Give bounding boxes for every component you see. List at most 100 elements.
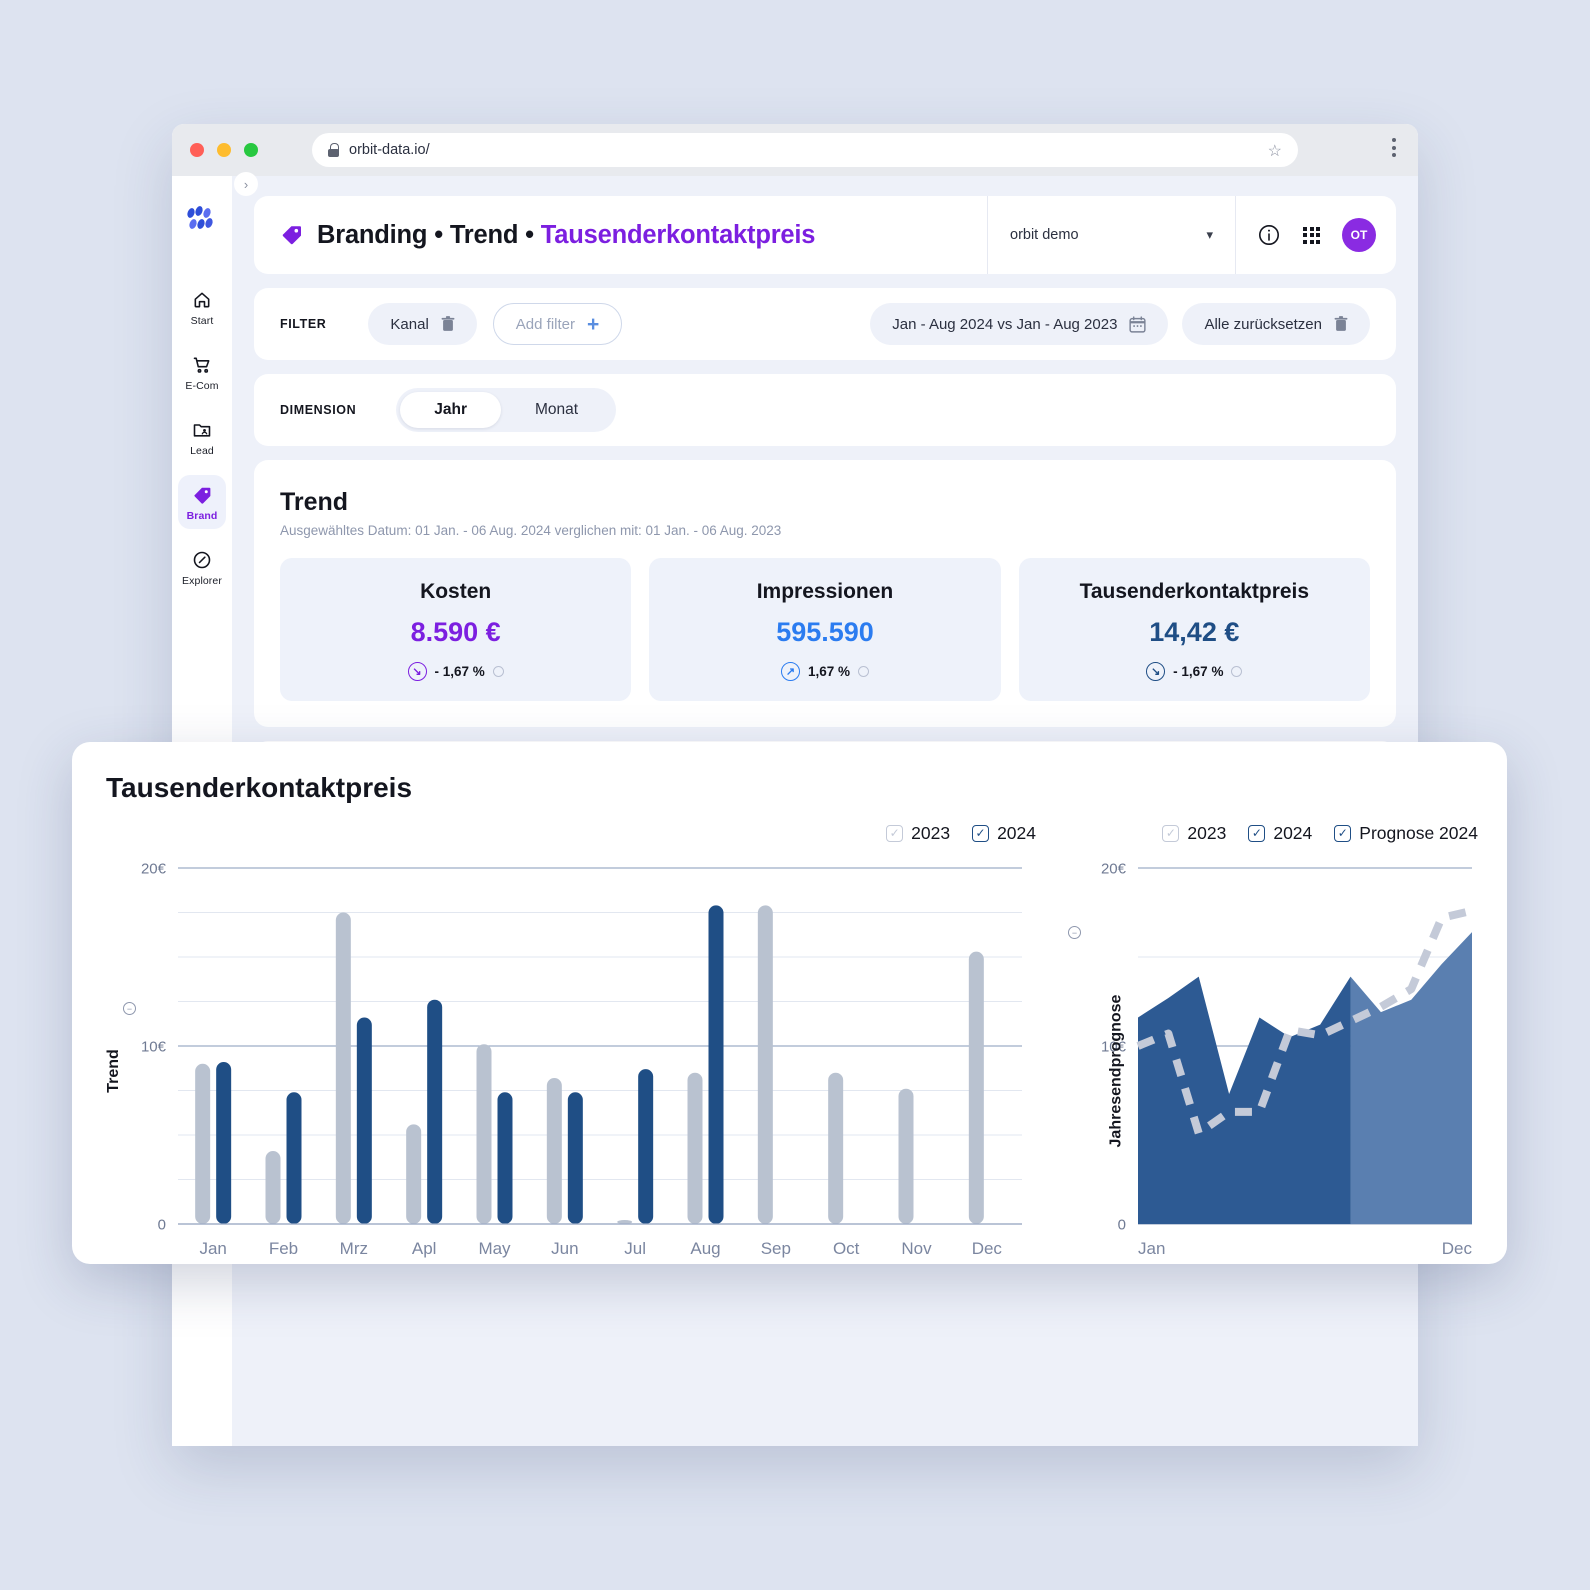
tag-icon — [280, 223, 304, 247]
filter-label: FILTER — [280, 317, 327, 331]
minimize-window-button[interactable] — [217, 143, 231, 157]
legend-item-2023[interactable]: ✓ 2023 — [1162, 823, 1226, 844]
area-chart-legend: ✓ 2023 ✓ 2024 ✓ Prognose 2024 — [1058, 816, 1478, 850]
add-filter-label: Add filter — [515, 315, 575, 333]
trend-bar-chart-container: ✓ 2023 ✓ 2024 Trend − 0 10€ 20€ Jan Feb Mrz Ap… — [105, 816, 1036, 1280]
sidebar-item-explorer[interactable]: Explorer — [178, 540, 226, 594]
info-icon[interactable] — [1231, 666, 1243, 677]
grid-apps-icon[interactable] — [1299, 223, 1324, 248]
legend-item-2024[interactable]: ✓ 2024 — [1248, 823, 1312, 844]
maximize-window-button[interactable] — [244, 143, 258, 157]
filter-chip-label: Kanal — [390, 315, 429, 333]
svg-text:Oct: Oct — [833, 1239, 860, 1258]
sidebar-item-label: Start — [190, 315, 214, 327]
sidebar-item-start[interactable]: Start — [178, 280, 226, 334]
svg-text:Dec: Dec — [1442, 1239, 1473, 1258]
svg-text:Jan: Jan — [1138, 1239, 1165, 1258]
legend-item-2023[interactable]: ✓ 2023 — [886, 823, 950, 844]
avatar[interactable]: OT — [1342, 218, 1376, 252]
legend-label: 2024 — [997, 822, 1036, 843]
kpi-card-kosten: Kosten 8.590 € ↘ - 1,67 % — [280, 558, 632, 701]
legend-label: 2023 — [911, 822, 951, 843]
svg-text:Aug: Aug — [690, 1239, 720, 1258]
tab-jahr[interactable]: Jahr — [400, 392, 501, 428]
breadcrumb-separator: • — [525, 220, 534, 249]
trash-icon — [1334, 316, 1348, 332]
filter-chip-kanal[interactable]: Kanal — [368, 303, 477, 345]
breadcrumb-item-current: Tausenderkontaktpreis — [540, 220, 816, 249]
breadcrumb-item-branding[interactable]: Branding — [317, 221, 428, 249]
plus-icon: + — [587, 312, 600, 336]
lock-icon — [328, 143, 339, 157]
info-icon[interactable] — [1256, 223, 1281, 248]
checkbox-icon[interactable]: ✓ — [1162, 824, 1180, 842]
info-icon[interactable] — [858, 666, 869, 677]
legend-item-prognose-2024[interactable]: ✓ Prognose 2024 — [1334, 823, 1478, 844]
kpi-card-impressionen: Impressionen 595.590 ↗ 1,67 % — [649, 558, 1001, 701]
legend-item-2024[interactable]: ✓ 2024 — [972, 823, 1036, 844]
svg-text:Nov: Nov — [901, 1239, 932, 1258]
page-title: Trend — [280, 488, 349, 516]
trash-icon[interactable] — [441, 316, 455, 332]
avatar-initials: OT — [1350, 228, 1368, 242]
kpi-delta-value: - 1,67 % — [434, 664, 485, 679]
sidebar-item-brand[interactable]: Brand — [178, 475, 226, 529]
minus-circle-icon[interactable]: − — [123, 1002, 136, 1015]
checkbox-icon[interactable]: ✓ — [1334, 824, 1352, 842]
kebab-menu-icon[interactable] — [1392, 138, 1396, 157]
sidebar-item-label: Explorer — [182, 575, 222, 587]
svg-text:Apl: Apl — [412, 1239, 437, 1258]
svg-text:0: 0 — [158, 1217, 166, 1234]
breadcrumb-item-trend[interactable]: Trend — [450, 221, 519, 249]
svg-text:10€: 10€ — [141, 1039, 167, 1056]
dimension-label: DIMENSION — [280, 403, 357, 417]
svg-text:Mrz: Mrz — [340, 1239, 368, 1258]
breadcrumb-separator: • — [434, 220, 443, 249]
checkbox-icon[interactable]: ✓ — [1248, 824, 1266, 842]
svg-text:Sep: Sep — [761, 1239, 791, 1258]
sidebar-item-lead[interactable]: Lead — [178, 410, 226, 464]
checkbox-icon[interactable]: ✓ — [886, 824, 904, 842]
arrow-down-right-circle-icon: ↘ — [1146, 662, 1166, 681]
bar-chart-legend: ✓ 2023 ✓ 2024 — [106, 816, 1036, 850]
filter-bar: FILTER Kanal Add filter + Jan - Aug 2024… — [254, 288, 1396, 360]
arrow-up-right-circle-icon: ↗ — [780, 662, 800, 681]
url-text: orbit-data.io/ — [349, 142, 430, 158]
date-range-selector[interactable]: Jan - Aug 2024 vs Jan - Aug 2023 — [870, 303, 1169, 345]
arrow-down-right-circle-icon: ↘ — [407, 662, 427, 681]
checkbox-icon[interactable]: ✓ — [972, 824, 990, 842]
tag-icon — [191, 484, 213, 506]
kpi-group: Kosten 8.590 € ↘ - 1,67 % Impressionen 5… — [280, 558, 1370, 701]
kpi-value: 14,42 € — [1149, 617, 1240, 647]
legend-label: 2024 — [1273, 822, 1313, 843]
info-icon[interactable] — [492, 666, 504, 677]
trend-subtitle: Ausgewähltes Datum: 01 Jan. - 06 Aug. 20… — [280, 523, 782, 538]
svg-text:Jan: Jan — [199, 1239, 226, 1258]
kpi-name: Impressionen — [756, 580, 894, 603]
orbit-logo[interactable] — [184, 204, 220, 234]
bookmark-star-icon[interactable]: ☆ — [1268, 141, 1282, 161]
trend-bar-chart: 0 10€ 20€ Jan Feb Mrz Apl May Jun Jul Aug Sep Oct Nov… — [141, 861, 1022, 1258]
close-window-button[interactable] — [190, 143, 204, 157]
address-bar[interactable]: orbit-data.io/ ☆ — [312, 133, 1298, 167]
add-filter-button[interactable]: Add filter + — [492, 303, 623, 345]
kpi-name: Tausenderkontaktpreis — [1079, 580, 1310, 603]
page-header: Branding • Trend • Tausenderkontaktpreis… — [254, 196, 1396, 274]
browser-chrome-bar: orbit-data.io/ ☆ — [172, 124, 1418, 176]
reset-all-button[interactable]: Alle zurücksetzen — [1182, 303, 1370, 345]
tab-monat[interactable]: Monat — [501, 392, 612, 428]
kpi-delta: ↘ - 1,67 % — [290, 662, 621, 681]
trend-summary-card: Trend Ausgewähltes Datum: 01 Jan. - 06 A… — [254, 460, 1396, 727]
kpi-value: 595.590 — [776, 617, 874, 647]
overlay-charts: ✓ 2023 ✓ 2024 Trend − 0 10€ 20€ Jan Feb Mrz Ap… — [105, 816, 1478, 1280]
sidebar-item-ecom[interactable]: E-Com — [178, 345, 226, 399]
minus-circle-icon[interactable]: − — [1068, 926, 1081, 939]
legend-label: Prognose 2024 — [1359, 822, 1478, 843]
kpi-name: Kosten — [420, 580, 492, 603]
account-selector[interactable]: orbit demo ▾ — [987, 196, 1235, 274]
svg-text:Jun: Jun — [551, 1239, 578, 1258]
home-icon — [191, 289, 213, 311]
svg-text:Jul: Jul — [624, 1239, 646, 1258]
overlay-title: Tausenderkontaktpreis — [106, 772, 413, 803]
svg-text:20€: 20€ — [141, 861, 167, 878]
